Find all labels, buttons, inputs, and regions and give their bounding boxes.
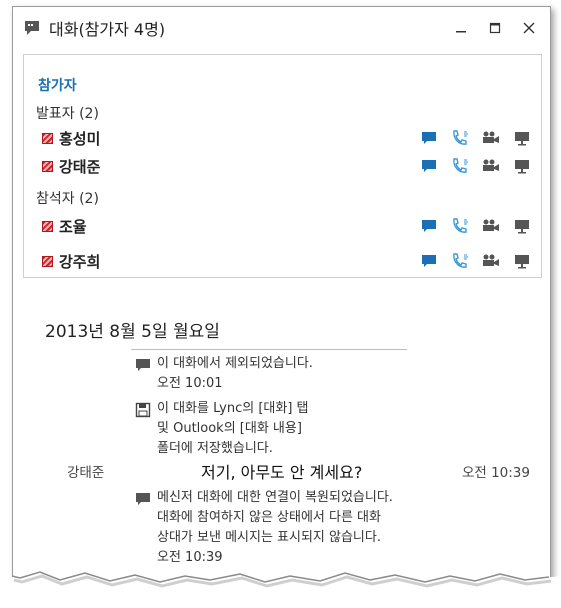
call-icon[interactable] xyxy=(450,252,470,270)
system-message-text: 메신저 대화에 대한 연결이 복원되었습니다. xyxy=(157,490,393,505)
video-icon[interactable] xyxy=(481,129,501,147)
title-bar: 대화(참가자 4명) xyxy=(13,7,550,49)
system-message-text: 이 대화를 Lync의 [대화] 탭 xyxy=(157,401,309,416)
desktop-share-icon[interactable] xyxy=(512,217,532,235)
save-icon xyxy=(135,402,151,418)
close-button[interactable] xyxy=(512,13,546,43)
system-message-text: 및 Outlook의 [대화 내용] xyxy=(157,421,302,436)
conversation-window: 대화(참가자 4명) 참가자 발표자 (2) 홍성미 강태준 참석자 (2) 조… xyxy=(12,6,551,598)
call-icon[interactable] xyxy=(450,217,470,235)
system-message-saved: 이 대화를 Lync의 [대화] 탭 및 Outlook의 [대화 내용] 폴더… xyxy=(157,399,308,459)
video-icon[interactable] xyxy=(481,252,501,270)
im-icon[interactable] xyxy=(419,129,439,147)
conversation-app-icon xyxy=(23,19,41,37)
message-sender: 강태준 xyxy=(67,465,105,481)
participant-row[interactable]: 강주희 xyxy=(42,250,532,272)
torn-edge-decoration xyxy=(0,571,561,608)
participants-panel: 참가자 발표자 (2) 홍성미 강태준 참석자 (2) 조율 강주희 xyxy=(23,54,542,278)
im-icon[interactable] xyxy=(419,252,439,270)
desktop-share-icon[interactable] xyxy=(512,252,532,270)
presence-busy-icon xyxy=(42,220,53,232)
conversation-date: 2013년 8월 5일 월요일 xyxy=(45,322,220,342)
im-icon[interactable] xyxy=(419,217,439,235)
message-text: 저기, 아무도 안 계세요? xyxy=(201,463,363,482)
system-message-text: 대화에 참여하지 않은 상태에서 다른 대화 xyxy=(157,510,381,525)
system-message-time: 오전 10:01 xyxy=(157,376,223,391)
im-icon[interactable] xyxy=(419,157,439,175)
participant-row[interactable]: 강태준 xyxy=(42,155,532,177)
participant-name: 강주희 xyxy=(59,252,101,271)
system-message-removed: 이 대화에서 제외되었습니다. 오전 10:01 xyxy=(157,354,313,394)
presenters-label: 발표자 (2) xyxy=(36,106,99,122)
message-time: 오전 10:39 xyxy=(461,465,530,481)
minimize-button[interactable] xyxy=(444,13,478,43)
call-icon[interactable] xyxy=(450,157,470,175)
presence-busy-icon xyxy=(42,132,53,144)
presence-busy-icon xyxy=(42,255,53,267)
system-message-text: 폴더에 저장했습니다. xyxy=(157,441,273,456)
message-icon xyxy=(135,491,151,507)
participant-name: 조율 xyxy=(59,217,87,236)
desktop-share-icon[interactable] xyxy=(512,129,532,147)
participant-name: 강태준 xyxy=(59,157,101,176)
system-message-text: 이 대화에서 제외되었습니다. xyxy=(157,356,313,371)
video-icon[interactable] xyxy=(481,157,501,175)
video-icon[interactable] xyxy=(481,217,501,235)
call-icon[interactable] xyxy=(450,129,470,147)
presence-busy-icon xyxy=(42,160,53,172)
participant-row[interactable]: 조율 xyxy=(42,215,532,237)
window-title: 대화(참가자 4명) xyxy=(49,20,166,39)
message-icon xyxy=(135,357,151,373)
maximize-button[interactable] xyxy=(478,13,512,43)
desktop-share-icon[interactable] xyxy=(512,157,532,175)
attendees-label: 참석자 (2) xyxy=(36,191,99,207)
participant-row[interactable]: 홍성미 xyxy=(42,127,532,149)
participant-name: 홍성미 xyxy=(59,129,101,148)
conversation-history[interactable]: 2013년 8월 5일 월요일 이 대화에서 제외되었습니다. 오전 10:01… xyxy=(23,279,540,597)
system-message-text: 상대가 보낸 메시지는 표시되지 않습니다. xyxy=(157,530,381,545)
divider xyxy=(131,349,407,350)
participants-header: 참가자 xyxy=(38,78,77,94)
